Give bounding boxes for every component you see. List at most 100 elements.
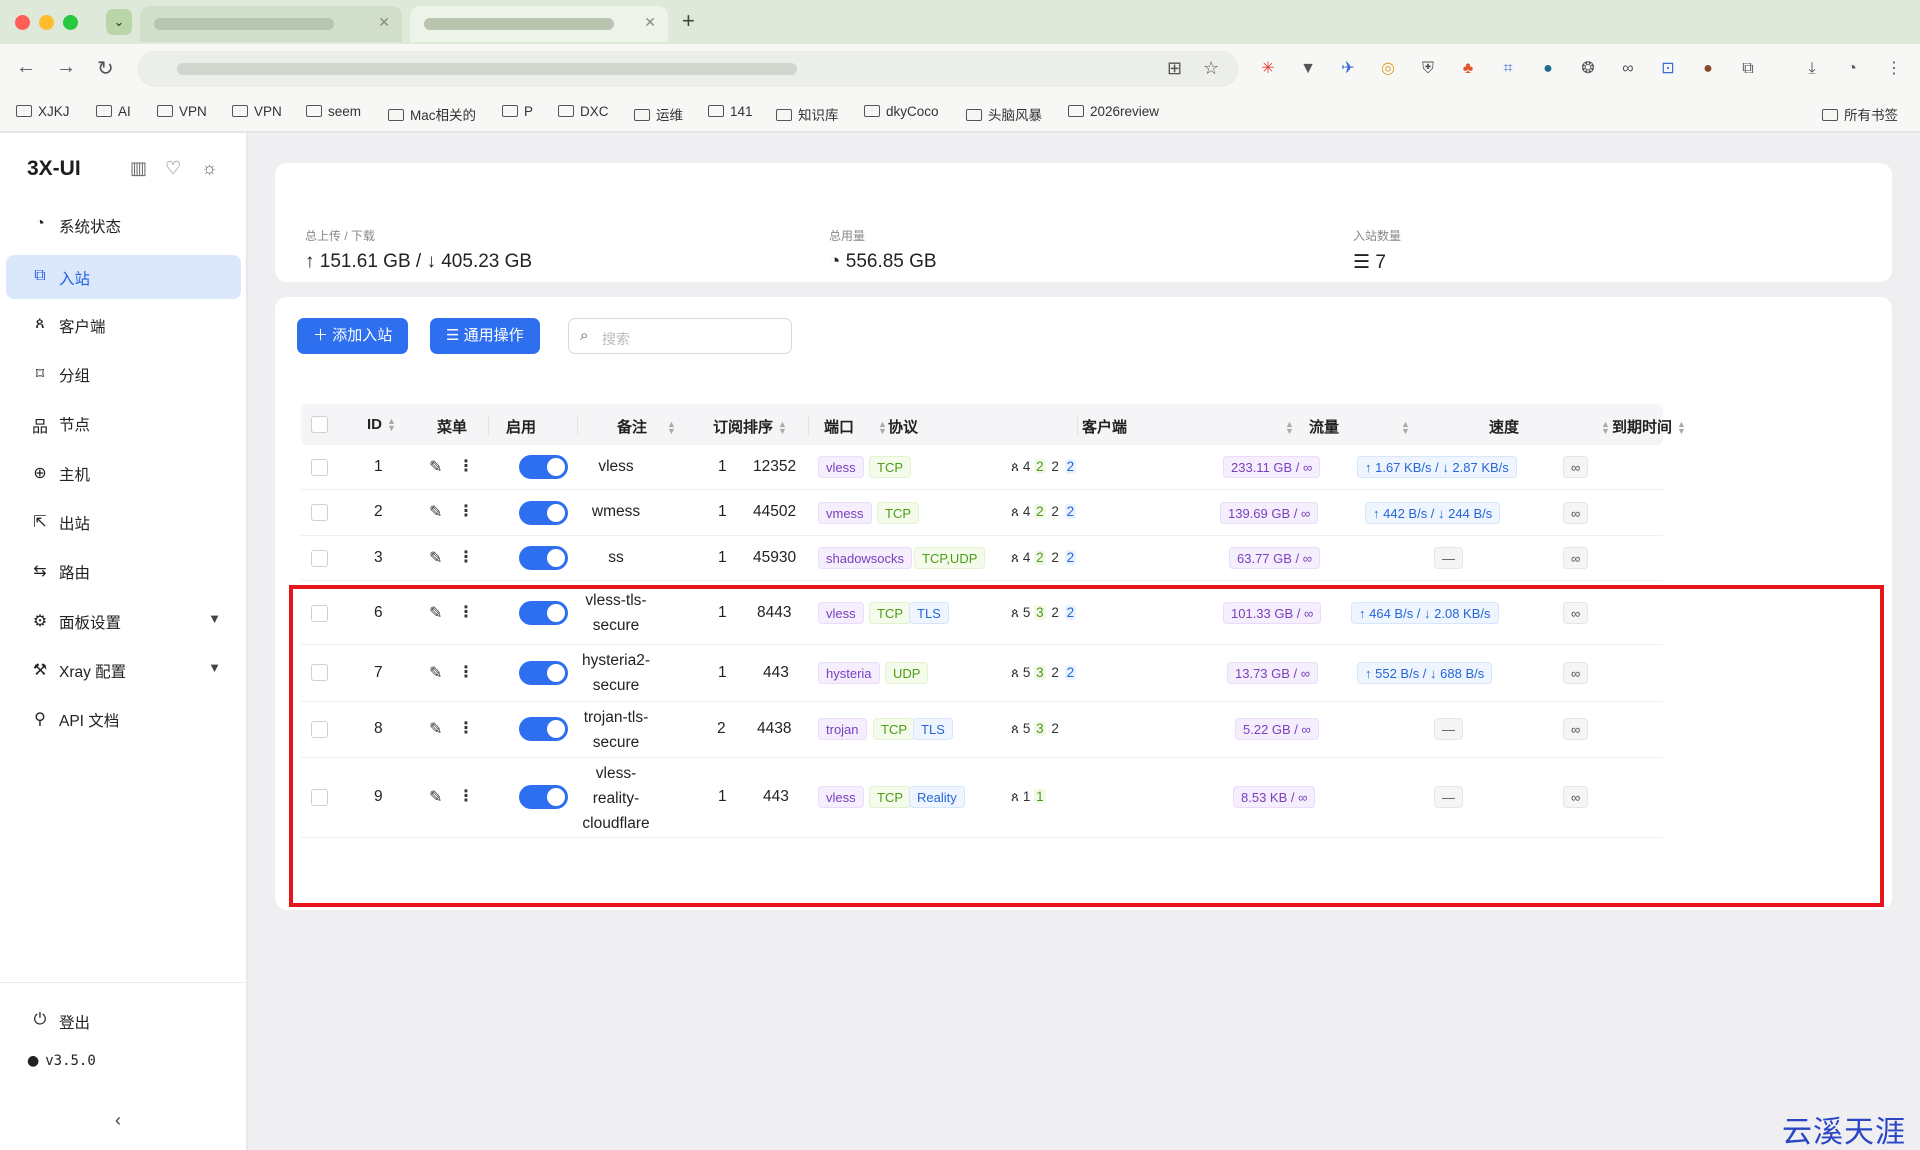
extension-icon[interactable]: ✳ <box>1258 59 1278 79</box>
sidebar-item-panel-settings[interactable]: ⚙ 面板设置 ▼ <box>6 599 241 643</box>
column-header-expiry[interactable]: 到期时间 ▲ ▼ <box>1612 416 1686 437</box>
extension-icon[interactable]: ♣ <box>1458 59 1478 79</box>
sort-icon[interactable]: ▲ ▼ <box>1601 420 1610 436</box>
book-icon[interactable]: ▥ <box>130 158 147 179</box>
more-options-icon[interactable]: ⋮ <box>458 456 474 476</box>
folder-icon <box>558 105 574 117</box>
sidebar-item-inbound[interactable]: ⧉ 入站 <box>6 255 241 299</box>
column-header-port[interactable]: 端口 ▲ ▼ <box>824 416 887 437</box>
edit-icon[interactable]: ✎ <box>429 457 442 477</box>
row-checkbox[interactable] <box>311 459 328 476</box>
search-input[interactable]: ⌕ 搜索 <box>568 318 792 354</box>
more-options-icon[interactable]: ⋮ <box>458 501 474 521</box>
sort-icon[interactable]: ▲ ▼ <box>1285 420 1294 436</box>
close-tab-icon[interactable]: ✕ <box>644 14 656 31</box>
bookmark-folder[interactable]: 141 <box>708 104 753 119</box>
maximize-window-button[interactable] <box>63 15 78 30</box>
extension-icon[interactable]: ⛨ <box>1418 59 1438 79</box>
extension-icon[interactable]: ▼ <box>1298 59 1318 79</box>
translate-icon[interactable]: ⊞ <box>1167 58 1182 79</box>
extension-icon[interactable]: ⌗ <box>1498 59 1518 79</box>
table-row[interactable]: 3 ✎ ⋮ ss 1 45930 shadowsocks TCP,UDP ጰ 4… <box>301 536 1663 581</box>
sun-icon[interactable]: ☼ <box>201 158 218 179</box>
back-icon[interactable]: ← <box>16 56 36 79</box>
collapse-sidebar-icon[interactable]: ‹ <box>115 1110 121 1131</box>
tab-search-chevron-icon[interactable]: ⌄ <box>106 9 132 35</box>
browser-tab[interactable]: ✕ <box>140 6 402 42</box>
sort-icon[interactable]: ▲ ▼ <box>878 420 887 436</box>
extensions-puzzle-icon[interactable]: ⧉ <box>1738 59 1758 79</box>
bookmark-folder[interactable]: XJKJ <box>16 104 70 119</box>
extension-icon[interactable]: ● <box>1538 59 1558 79</box>
add-inbound-button[interactable]: ＋ 添加入站 <box>297 318 409 354</box>
bookmark-folder[interactable]: 运维 <box>634 104 683 124</box>
more-options-icon[interactable]: ⋮ <box>458 547 474 567</box>
sidebar-item-api-docs[interactable]: ⚲ API 文档 <box>6 697 241 741</box>
row-checkbox[interactable] <box>311 504 328 521</box>
extension-icon[interactable]: ❂ <box>1578 59 1598 79</box>
extension-icon[interactable]: ∞ <box>1618 59 1638 79</box>
forward-icon[interactable]: → <box>56 56 76 79</box>
sidebar-item-groups[interactable]: ⌑ 分组 <box>6 352 241 396</box>
sidebar-item-xray-config[interactable]: ⚒ Xray 配置 ▼ <box>6 648 241 692</box>
browser-tab-active[interactable]: ✕ <box>410 6 668 42</box>
column-header-id[interactable]: ID ▲ ▼ <box>367 416 396 433</box>
sort-icon[interactable]: ▲ ▼ <box>387 417 396 433</box>
bookmark-folder[interactable]: 头脑风暴 <box>966 104 1042 124</box>
bookmark-folder[interactable]: seem <box>306 104 361 119</box>
transport-tag: TCP <box>877 502 919 524</box>
column-header-protocol[interactable]: 协议 ▲ ▼ <box>888 416 1095 437</box>
profile-icon[interactable]: ◔ <box>1842 59 1862 79</box>
new-tab-button[interactable]: + <box>682 8 695 34</box>
column-header-traffic[interactable]: 流量 ▲ ▼ <box>1309 416 1410 437</box>
browser-menu-icon[interactable]: ⋮ <box>1884 59 1904 79</box>
download-icon[interactable]: ⤓ <box>1802 59 1822 79</box>
row-checkbox[interactable] <box>311 550 328 567</box>
table-row[interactable]: 1 ✎ ⋮ vless 1 12352 vless TCP ጰ 4 2 2 2 … <box>301 445 1663 490</box>
sidebar-item-routing[interactable]: ⇆ 路由 <box>6 549 241 593</box>
logout-button[interactable]: ⏻ 登出 <box>6 999 241 1043</box>
bookmark-folder[interactable]: AI <box>96 104 131 119</box>
general-actions-button[interactable]: ☰ 通用操作 <box>430 318 540 354</box>
bookmark-folder[interactable]: dkyCoco <box>864 104 939 119</box>
bookmark-folder[interactable]: P <box>502 104 533 119</box>
sidebar-item-hosts[interactable]: ⊕ 主机 <box>6 451 241 495</box>
extension-icon[interactable]: ● <box>1698 59 1718 79</box>
edit-icon[interactable]: ✎ <box>429 548 442 568</box>
bookmark-folder[interactable]: DXC <box>558 104 609 119</box>
column-header-remark[interactable]: 备注 ▲ ▼ <box>617 416 676 437</box>
sidebar-item-nodes[interactable]: 品节点 <box>6 401 241 445</box>
bookmark-folder[interactable]: Mac相关的 <box>388 104 476 124</box>
version-link[interactable]: ● v3.5.0 <box>27 1053 96 1069</box>
sort-icon[interactable]: ▲ ▼ <box>1401 420 1410 436</box>
column-header-sub-sort[interactable]: 订阅排序 ▲ ▼ <box>713 416 787 437</box>
sort-icon[interactable]: ▲ ▼ <box>667 420 676 436</box>
column-header-speed[interactable]: 速度 ▲ ▼ <box>1489 416 1610 437</box>
all-bookmarks-folder[interactable]: 所有书签 <box>1822 104 1898 124</box>
select-all-checkbox[interactable] <box>311 416 328 433</box>
bookmark-folder[interactable]: VPN <box>232 104 282 119</box>
close-tab-icon[interactable]: ✕ <box>378 14 390 31</box>
extension-icon[interactable]: ⊡ <box>1658 59 1678 79</box>
column-header-clients[interactable]: 客户端 ▲ ▼ <box>1082 416 1294 437</box>
heart-icon[interactable]: ♡ <box>165 158 181 179</box>
bookmark-folder[interactable]: 知识库 <box>776 104 839 124</box>
sort-icon[interactable]: ▲ ▼ <box>1677 420 1686 436</box>
bookmark-folder[interactable]: VPN <box>157 104 207 119</box>
extension-icon[interactable]: ◎ <box>1378 59 1398 79</box>
minimize-window-button[interactable] <box>39 15 54 30</box>
address-bar[interactable]: ⊞ ☆ <box>137 51 1239 87</box>
sidebar-item-clients[interactable]: ጰ 客户端 <box>6 303 241 347</box>
extension-icon[interactable]: ✈ <box>1338 59 1358 79</box>
close-window-button[interactable] <box>15 15 30 30</box>
sort-icon[interactable]: ▲ ▼ <box>778 420 787 436</box>
reload-icon[interactable]: ↻ <box>97 56 114 81</box>
bookmark-star-icon[interactable]: ☆ <box>1203 58 1219 79</box>
sidebar-item-outbound[interactable]: ⇱ 出站 <box>6 500 241 544</box>
edit-icon[interactable]: ✎ <box>429 502 442 522</box>
bookmark-folder[interactable]: 2026review <box>1068 104 1159 119</box>
table-row[interactable]: 2 ✎ ⋮ wmess 1 44502 vmess TCP ጰ 4 2 2 2 … <box>301 490 1663 536</box>
folder-icon <box>157 105 173 117</box>
sidebar-item-status[interactable]: ◔ 系统状态 <box>6 203 241 247</box>
pie-chart-icon: ◔ <box>829 251 841 272</box>
